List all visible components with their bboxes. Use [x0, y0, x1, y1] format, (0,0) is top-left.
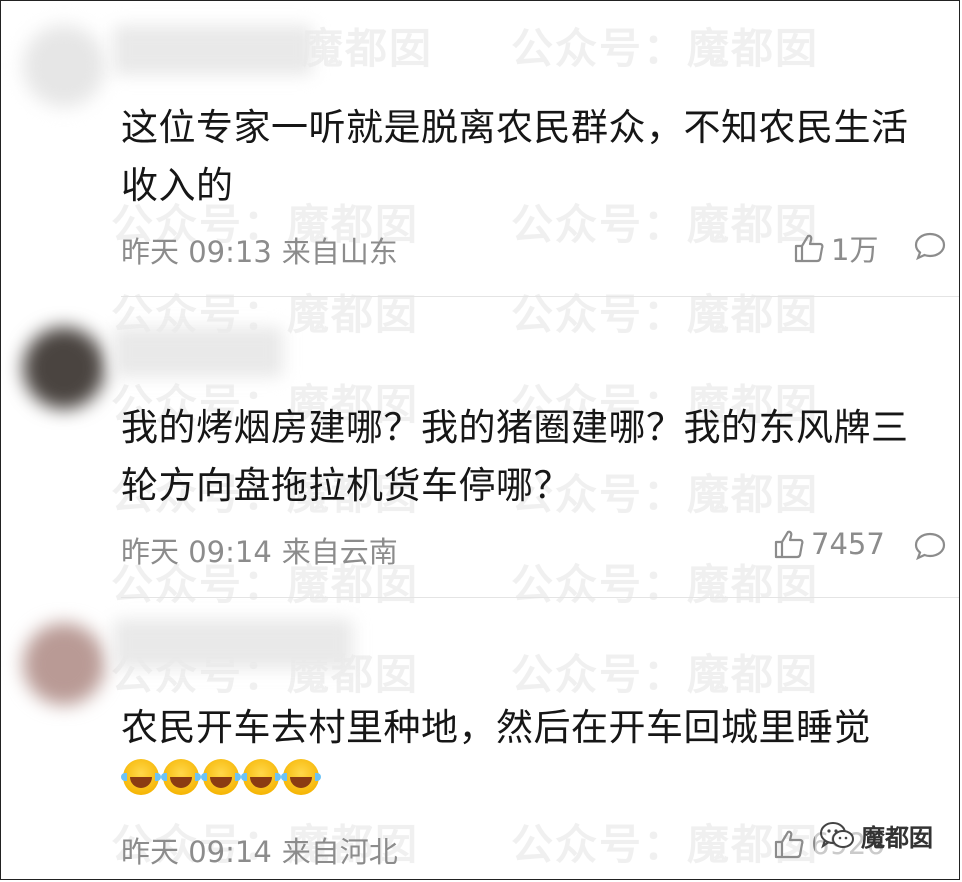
publisher-name: 魔都囡: [861, 824, 933, 852]
comment-bubble-icon[interactable]: [913, 231, 947, 261]
avatar[interactable]: [23, 623, 105, 705]
emoji-row: [121, 759, 321, 795]
like-count: 7457: [811, 527, 885, 561]
screenshot-frame: 魔都囡 公众号：魔都囡 公众号：魔都囡 公众号：魔都囡 公众号：魔都囡 公众号：…: [0, 0, 960, 880]
comment-time: 昨天 09:14: [121, 835, 272, 869]
comment-meta: 昨天 09:14 来自河北: [121, 829, 408, 871]
comment-location: 来自河北: [281, 835, 398, 869]
username-blurred[interactable]: [113, 25, 313, 75]
comment-text: 这位专家一听就是脱离农民群众，不知农民生活收入的: [121, 106, 909, 207]
laugh-cry-emoji-icon: [241, 759, 281, 795]
thumbs-up-icon: [794, 234, 824, 263]
divider: [121, 597, 959, 598]
laugh-cry-emoji-icon: [281, 759, 321, 795]
comment-text: 我的烤烟房建哪？我的猪圈建哪？我的东风牌三轮方向盘拖拉机货车停哪？: [121, 406, 909, 507]
comment-text: 农民开车去村里种地，然后在开车回城里睡觉: [121, 706, 871, 749]
comment-time: 昨天 09:13: [121, 235, 272, 269]
watermark: 公众号：魔都囡: [511, 650, 820, 699]
comment-bubble-icon[interactable]: [913, 531, 947, 561]
avatar[interactable]: [23, 25, 105, 107]
username-blurred[interactable]: [113, 327, 283, 377]
like-count: 1万: [831, 233, 879, 267]
comment-time: 昨天 09:14: [121, 535, 272, 569]
thumbs-up-icon: [774, 830, 804, 859]
watermark: 魔都囡: [301, 24, 434, 73]
like-button[interactable]: 1万: [793, 227, 878, 269]
thumbs-up-icon: [774, 530, 804, 559]
watermark: 公众号：魔都囡: [511, 24, 820, 73]
like-button[interactable]: 7457: [773, 527, 885, 561]
comment-location: 来自云南: [281, 535, 398, 569]
comment-meta: 昨天 09:14 来自云南: [121, 529, 408, 571]
comment-meta: 昨天 09:13 来自山东: [121, 229, 408, 271]
publisher-stamp: 魔都囡: [815, 816, 937, 855]
laugh-cry-emoji-icon: [201, 759, 241, 795]
comment-location: 来自山东: [281, 235, 398, 269]
username-blurred[interactable]: [113, 619, 353, 669]
watermark: 公众号：魔都囡: [511, 290, 820, 339]
wechat-icon: [820, 821, 854, 848]
avatar[interactable]: [23, 327, 105, 409]
divider: [121, 296, 959, 297]
laugh-cry-emoji-icon: [161, 759, 201, 795]
laugh-cry-emoji-icon: [121, 759, 161, 795]
